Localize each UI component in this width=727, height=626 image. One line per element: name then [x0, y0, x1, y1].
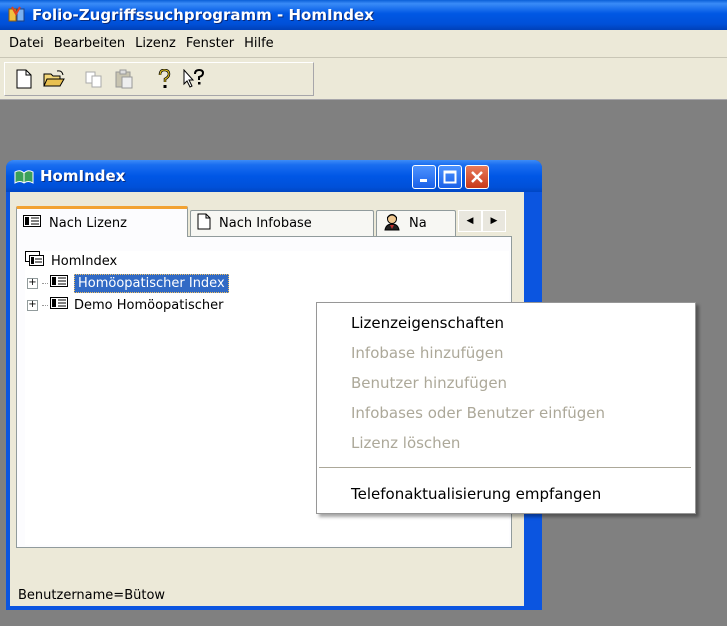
- tab-scroll-buttons: ◀ ▶: [458, 210, 506, 232]
- book-icon: [14, 167, 34, 185]
- tree-node-label-selected: Homöopatischer Index: [74, 273, 229, 293]
- menu-bearbeiten[interactable]: Bearbeiten: [49, 36, 130, 51]
- menu-datei[interactable]: Datei: [4, 36, 49, 51]
- app-titlebar[interactable]: Folio-Zugriffssuchprogramm - HomIndex: [0, 0, 727, 30]
- child-window-title: HomIndex: [40, 167, 126, 185]
- status-bar: Benutzername=Bütow: [14, 584, 520, 606]
- tab-scroll-left-icon[interactable]: ◀: [458, 210, 482, 232]
- maximize-button[interactable]: [438, 165, 462, 189]
- tree-node[interactable]: + Homöopatischer Index: [27, 273, 229, 293]
- context-help-icon[interactable]: [181, 66, 207, 92]
- tab-nach-infobase[interactable]: Nach Infobase: [190, 210, 374, 236]
- tab-scroll-right-icon[interactable]: ▶: [482, 210, 506, 232]
- app-icon: [8, 6, 26, 24]
- license-icon: [50, 275, 68, 291]
- menu-item-infobases-oder-benutzer-einfuegen[interactable]: Infobases oder Benutzer einfügen: [351, 402, 605, 424]
- menu-item-lizenzeigenschaften[interactable]: Lizenzeigenschaften: [351, 312, 504, 334]
- menu-separator: [319, 467, 691, 468]
- tab-label: Nach Lizenz: [49, 215, 127, 231]
- menu-hilfe[interactable]: Hilfe: [239, 36, 279, 51]
- toolbar: [0, 58, 727, 100]
- document-icon: [197, 213, 211, 234]
- child-titlebar[interactable]: HomIndex: [6, 160, 542, 192]
- context-menu: Lizenzeigenschaften Infobase hinzufügen …: [316, 302, 696, 514]
- new-file-icon[interactable]: [11, 66, 37, 92]
- tab-strip: Nach Lizenz Nach Infobase Na ◀ ▶: [16, 206, 516, 237]
- minimize-button[interactable]: [412, 165, 436, 189]
- help-icon[interactable]: [151, 66, 177, 92]
- user-icon: [383, 213, 401, 235]
- status-text: Benutzername=Bütow: [18, 587, 166, 603]
- menu-item-lizenz-loeschen[interactable]: Lizenz löschen: [351, 432, 460, 454]
- tree-node[interactable]: + Demo Homöopatischer: [27, 295, 224, 315]
- open-folder-icon[interactable]: [41, 66, 67, 92]
- toolbar-band: [4, 62, 314, 96]
- tab-label: Nach Infobase: [219, 216, 312, 231]
- tab-label: Na: [409, 216, 427, 231]
- tree-root[interactable]: HomIndex: [25, 251, 117, 271]
- tree-root-label: HomIndex: [51, 253, 118, 269]
- tree-node-label: Demo Homöopatischer: [74, 297, 224, 313]
- menubar: Datei Bearbeiten Lizenz Fenster Hilfe: [0, 30, 727, 58]
- license-group-icon: [25, 251, 45, 271]
- tab-nach-benutzer[interactable]: Na: [376, 210, 456, 236]
- expand-plus-icon[interactable]: +: [27, 299, 38, 311]
- menu-item-benutzer-hinzufuegen[interactable]: Benutzer hinzufügen: [351, 372, 507, 394]
- menu-lizenz[interactable]: Lizenz: [130, 36, 181, 51]
- license-icon: [23, 215, 41, 231]
- paste-icon[interactable]: [111, 66, 137, 92]
- expand-plus-icon[interactable]: +: [27, 277, 38, 289]
- menu-item-infobase-hinzufuegen[interactable]: Infobase hinzufügen: [351, 342, 504, 364]
- tab-nach-lizenz[interactable]: Nach Lizenz: [16, 206, 188, 237]
- license-icon: [50, 297, 68, 313]
- close-button[interactable]: [465, 165, 489, 189]
- app-title: Folio-Zugriffssuchprogramm - HomIndex: [32, 6, 374, 24]
- menu-item-telefonaktualisierung[interactable]: Telefonaktualisierung empfangen: [351, 483, 601, 505]
- copy-icon[interactable]: [81, 66, 107, 92]
- menu-fenster[interactable]: Fenster: [181, 36, 239, 51]
